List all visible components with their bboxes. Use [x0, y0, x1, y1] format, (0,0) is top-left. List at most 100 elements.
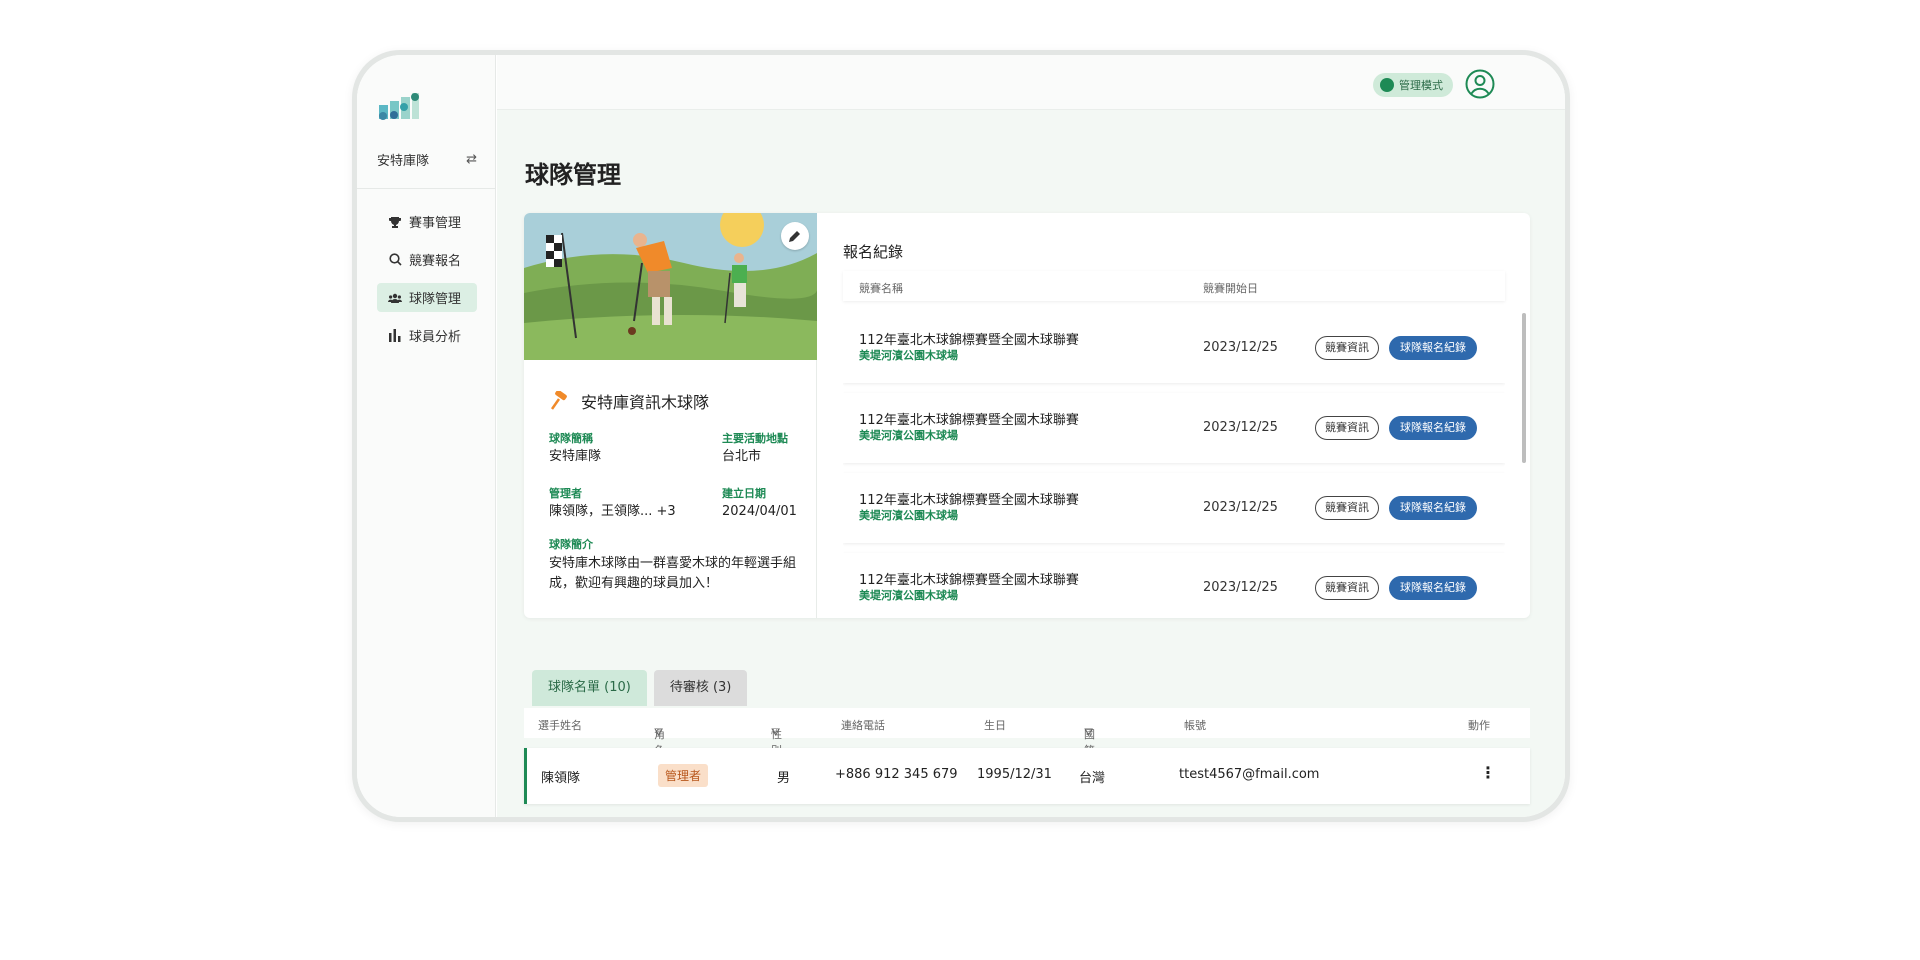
col-header-phone: 連絡電話	[841, 719, 885, 732]
records-scrollbar[interactable]	[1522, 313, 1526, 603]
field-value: 安特庫隊	[549, 448, 602, 464]
app-screen: 安特庫隊 ⇄ 賽事管理 競賽報名 球隊管理 球員分析 管理模式 球隊管理 安特庫…	[357, 55, 1565, 817]
sidebar-item-registration[interactable]: 競賽報名	[377, 245, 477, 274]
player-phone: +886 912 345 679	[835, 767, 958, 782]
roster-table-header: 選手姓名 角色 ⛛ 性別 ⛛ 連絡電話 生日 國籍 ⛛ 帳號 動作	[524, 708, 1530, 757]
app-logo-icon	[379, 93, 419, 120]
team-nickname-field: 球隊簡稱 安特庫隊	[549, 431, 601, 467]
bar-chart-icon	[387, 329, 403, 342]
event-date: 2023/12/25	[1203, 580, 1278, 595]
player-nationality: 台灣	[1079, 771, 1106, 786]
user-avatar-icon[interactable]	[1465, 69, 1495, 99]
filter-icon[interactable]: ⛛	[1084, 726, 1093, 740]
event-info-button[interactable]: 競賽資訊	[1315, 496, 1379, 520]
sidebar-item-events[interactable]: 賽事管理	[377, 207, 477, 236]
sidebar-item-label: 球隊管理	[409, 292, 462, 307]
team-location-field: 主要活動地點 台北市	[722, 431, 788, 467]
scrollbar-thumb[interactable]	[1522, 313, 1526, 463]
player-account: ttest4567@fmail.com	[1179, 767, 1320, 782]
field-value: 安特庫木球隊由一群喜愛木球的年輕選手組成，歡迎有興趣的球員加入！	[549, 556, 797, 592]
edit-team-button[interactable]	[781, 222, 809, 250]
field-label: 管理者	[549, 487, 582, 500]
users-icon	[387, 293, 403, 303]
swap-icon[interactable]: ⇄	[466, 152, 477, 167]
filter-icon[interactable]: ⛛	[654, 726, 663, 740]
tablet-frame: 安特庫隊 ⇄ 賽事管理 競賽報名 球隊管理 球員分析 管理模式 球隊管理 安特庫…	[352, 50, 1570, 822]
event-date: 2023/12/25	[1203, 500, 1278, 515]
tab-team-roster[interactable]: 球隊名單 (10)	[532, 670, 647, 706]
top-bar: 管理模式	[497, 55, 1565, 110]
table-row: 陳領隊 管理者 男 +886 912 345 679 1995/12/31 台灣…	[524, 748, 1530, 804]
event-name: 112年臺北木球錦標賽暨全國木球聯賽	[859, 333, 1079, 348]
col-header-action: 動作	[1468, 719, 1490, 732]
more-actions-icon[interactable]: ⋮	[1480, 763, 1496, 782]
trophy-icon	[387, 216, 403, 228]
col-header-start-date: 競賽開始日	[1203, 282, 1258, 295]
page-title: 球隊管理	[525, 161, 621, 189]
sidebar-nav: 賽事管理 競賽報名 球隊管理 球員分析	[377, 207, 477, 359]
mallet-icon	[550, 391, 567, 410]
event-info-button[interactable]: 競賽資訊	[1315, 336, 1379, 360]
records-list[interactable]: 112年臺北木球錦標賽暨全國木球聯賽 美堤河濱公園木球場 2023/12/25 …	[843, 313, 1505, 603]
admin-mode-label: 管理模式	[1399, 79, 1443, 92]
event-info-button[interactable]: 競賽資訊	[1315, 576, 1379, 600]
team-name-text: 安特庫資訊木球隊	[581, 393, 710, 412]
col-header-birthday: 生日	[984, 719, 1006, 732]
team-intro-field: 球隊簡介 安特庫木球隊由一群喜愛木球的年輕選手組成，歡迎有興趣的球員加入！	[549, 536, 799, 594]
team-switcher[interactable]: 安特庫隊 ⇄	[377, 148, 477, 170]
field-label: 主要活動地點	[722, 432, 788, 445]
sidebar: 安特庫隊 ⇄ 賽事管理 競賽報名 球隊管理 球員分析	[357, 55, 496, 817]
field-value: 陳領隊，王領隊... +3	[549, 503, 676, 519]
toggle-dot-icon	[1380, 78, 1394, 92]
team-registration-record-button[interactable]: 球隊報名紀錄	[1389, 336, 1477, 360]
golf-illustration	[524, 213, 817, 360]
table-row: 112年臺北木球錦標賽暨全國木球聯賽 美堤河濱公園木球場 2023/12/25 …	[843, 313, 1505, 383]
event-name: 112年臺北木球錦標賽暨全國木球聯賽	[859, 413, 1079, 428]
registration-records-panel: 報名紀錄 競賽名稱 競賽開始日 112年臺北木球錦標賽暨全國木球聯賽 美堤河濱公…	[817, 213, 1530, 618]
player-birthday: 1995/12/31	[977, 767, 1052, 782]
team-founded-field: 建立日期 2024/04/01	[722, 486, 797, 522]
admin-mode-toggle[interactable]: 管理模式	[1373, 73, 1453, 97]
col-header-name: 競賽名稱	[859, 282, 903, 295]
event-date: 2023/12/25	[1203, 420, 1278, 435]
field-label: 球隊簡稱	[549, 432, 593, 445]
sidebar-item-label: 球員分析	[409, 330, 462, 345]
search-icon	[387, 253, 403, 266]
main-content: 管理模式 球隊管理 安特庫資訊木球隊 球隊簡稱 安特庫隊 主要活動地點 台北市 …	[497, 55, 1565, 817]
sidebar-item-player-analysis[interactable]: 球員分析	[377, 321, 477, 350]
event-name: 112年臺北木球錦標賽暨全國木球聯賽	[859, 573, 1079, 588]
pencil-icon	[789, 231, 800, 242]
records-title: 報名紀錄	[843, 243, 904, 261]
records-table-header: 競賽名稱 競賽開始日	[843, 271, 1505, 301]
team-managers-field: 管理者 陳領隊，王領隊... +3	[549, 486, 676, 522]
table-row: 112年臺北木球錦標賽暨全國木球聯賽 美堤河濱公園木球場 2023/12/25 …	[843, 393, 1505, 463]
team-registration-record-button[interactable]: 球隊報名紀錄	[1389, 496, 1477, 520]
col-header-name: 選手姓名	[538, 719, 582, 732]
player-gender: 男	[777, 771, 791, 786]
event-name: 112年臺北木球錦標賽暨全國木球聯賽	[859, 493, 1079, 508]
field-value: 2024/04/01	[722, 503, 797, 519]
team-info-panel: 安特庫資訊木球隊 球隊簡稱 安特庫隊 主要活動地點 台北市 管理者 陳領隊，王領…	[524, 213, 817, 618]
team-registration-record-button[interactable]: 球隊報名紀錄	[1389, 416, 1477, 440]
field-value: 台北市	[722, 448, 762, 464]
event-venue: 美堤河濱公園木球場	[859, 509, 958, 522]
field-label: 建立日期	[722, 487, 766, 500]
event-venue: 美堤河濱公園木球場	[859, 429, 958, 442]
event-venue: 美堤河濱公園木球場	[859, 589, 958, 602]
team-cover-image	[524, 213, 817, 360]
team-registration-record-button[interactable]: 球隊報名紀錄	[1389, 576, 1477, 600]
filter-icon[interactable]: ⛛	[771, 726, 780, 740]
event-info-button[interactable]: 競賽資訊	[1315, 416, 1379, 440]
team-overview-card: 安特庫資訊木球隊 球隊簡稱 安特庫隊 主要活動地點 台北市 管理者 陳領隊，王領…	[524, 213, 1530, 618]
sidebar-item-team-management[interactable]: 球隊管理	[377, 283, 477, 312]
roster-tabs: 球隊名單 (10) 待審核 (3)	[532, 670, 754, 706]
team-name-heading: 安特庫資訊木球隊	[549, 389, 709, 413]
role-badge: 管理者	[658, 764, 709, 787]
event-venue: 美堤河濱公園木球場	[859, 349, 958, 362]
team-switcher-label: 安特庫隊	[377, 153, 430, 169]
table-row: 112年臺北木球錦標賽暨全國木球聯賽 美堤河濱公園木球場 2023/12/25 …	[843, 553, 1505, 603]
player-name: 陳領隊	[541, 771, 581, 786]
sidebar-divider	[357, 188, 496, 189]
tab-pending-review[interactable]: 待審核 (3)	[653, 670, 748, 706]
event-date: 2023/12/25	[1203, 340, 1278, 355]
